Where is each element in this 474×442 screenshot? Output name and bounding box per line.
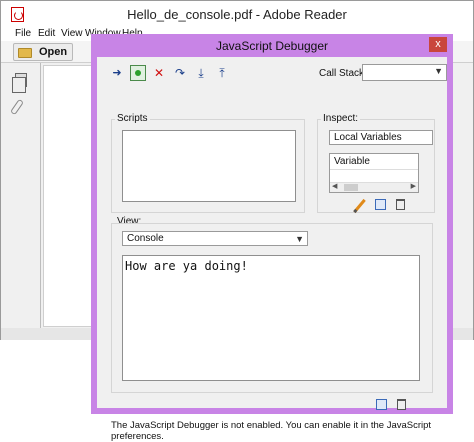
menu-file[interactable]: File — [15, 28, 31, 39]
scrollbar-thumb[interactable] — [344, 184, 358, 191]
javascript-debugger-dialog: JavaScript Debugger x ➜ ✕ ↷ ⤓ ⤒ Call Sta… — [91, 34, 453, 442]
callstack-dropdown[interactable]: ▼ — [362, 64, 447, 81]
variables-table[interactable]: Variable ◀ ▶ — [329, 153, 419, 193]
stop-icon[interactable]: ✕ — [151, 65, 167, 81]
close-button[interactable]: x — [429, 37, 447, 52]
scripts-list[interactable] — [122, 130, 296, 202]
break-icon[interactable] — [130, 65, 146, 81]
step-out-icon[interactable]: ⤒ — [214, 65, 230, 81]
inspect-label: Inspect: — [321, 113, 361, 124]
view-value: Console — [127, 233, 164, 244]
console-watch-icon[interactable] — [376, 399, 387, 410]
scroll-right-icon[interactable]: ▶ — [411, 182, 416, 190]
variables-scrollbar[interactable]: ◀ ▶ — [330, 182, 418, 192]
clear-console-trash-icon[interactable] — [397, 399, 406, 410]
navigation-panel — [1, 63, 41, 328]
chevron-down-icon: ▼ — [295, 234, 304, 244]
debugger-status-text: The JavaScript Debugger is not enabled. … — [111, 420, 432, 442]
scripts-label: Scripts — [115, 113, 150, 124]
open-button-label: Open — [39, 46, 68, 58]
callstack-label: Call Stack: — [319, 68, 367, 79]
view-dropdown[interactable]: Console ▼ — [122, 231, 308, 246]
menu-view[interactable]: View — [61, 28, 83, 39]
pencil-icon[interactable] — [353, 199, 365, 211]
resume-icon[interactable]: ➜ — [109, 65, 125, 81]
step-into-icon[interactable]: ⤓ — [193, 65, 209, 81]
folder-icon — [18, 48, 32, 58]
step-over-icon[interactable]: ↷ — [172, 65, 188, 81]
menu-edit[interactable]: Edit — [38, 28, 55, 39]
variable-column-header: Variable — [330, 154, 418, 170]
open-button[interactable]: Open — [13, 43, 73, 61]
watch-icon[interactable] — [375, 199, 386, 210]
debugger-body: ➜ ✕ ↷ ⤓ ⤒ Call Stack: ▼ Scripts Inspect:… — [97, 57, 447, 442]
chevron-down-icon: ▼ — [434, 66, 443, 76]
attachment-icon[interactable] — [9, 98, 25, 116]
trash-icon[interactable] — [396, 199, 405, 210]
page-thumbnails-icon[interactable] — [12, 73, 27, 93]
inspect-value: Local Variables — [334, 132, 402, 143]
reader-window-title: Hello_de_console.pdf - Adobe Reader — [127, 7, 347, 22]
console-textarea[interactable]: How are ya doing! — [122, 255, 420, 381]
scroll-left-icon[interactable]: ◀ — [332, 182, 337, 190]
debugger-title: JavaScript Debugger — [215, 39, 329, 53]
inspect-dropdown[interactable]: Local Variables — [329, 130, 433, 145]
reader-titlebar: Hello_de_console.pdf - Adobe Reader — [1, 1, 473, 27]
